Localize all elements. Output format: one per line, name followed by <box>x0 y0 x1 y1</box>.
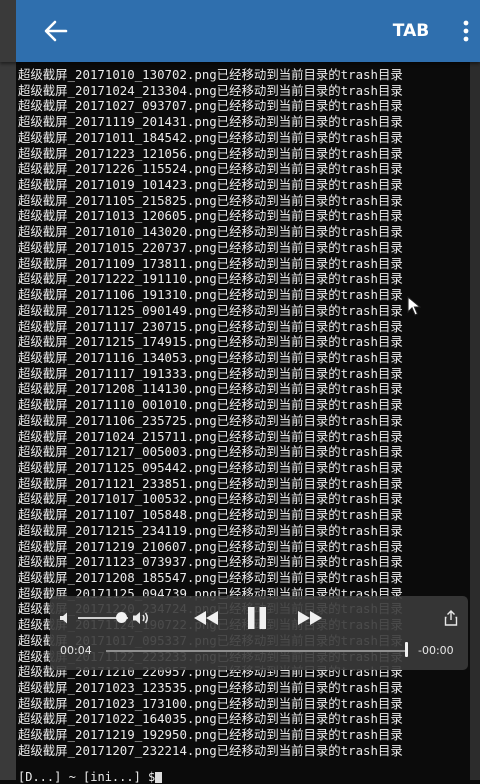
mute-button[interactable] <box>56 608 76 628</box>
back-button[interactable] <box>36 11 76 51</box>
media-player-controls: 00:04 -00:00 <box>50 596 468 670</box>
terminal-line: 超级截屏_20171024_213304.png已经移动到当前目录的trash目… <box>18 82 403 98</box>
terminal-line: 超级截屏_20171119_201431.png已经移动到当前目录的trash目… <box>18 114 403 130</box>
more-vertical-icon <box>463 20 469 42</box>
seek-bar[interactable] <box>106 650 406 652</box>
terminal-line: 超级截屏_20171117_230715.png已经移动到当前目录的trash目… <box>18 318 403 334</box>
app-bar: TAB <box>0 0 480 62</box>
share-icon <box>444 610 458 626</box>
terminal-line: 超级截屏_20171219_192950.png已经移动到当前目录的trash目… <box>18 727 403 743</box>
terminal-line: 超级截屏_20171125_090149.png已经移动到当前目录的trash目… <box>18 302 403 318</box>
tab-button[interactable]: TAB <box>386 18 436 44</box>
terminal-line: 超级截屏_20171023_173100.png已经移动到当前目录的trash目… <box>18 695 403 711</box>
terminal-line: 超级截屏_20171107_105848.png已经移动到当前目录的trash目… <box>18 507 403 523</box>
terminal-line: 超级截屏_20171117_191333.png已经移动到当前目录的trash目… <box>18 365 403 381</box>
current-time: 00:04 <box>60 644 92 657</box>
left-rail <box>0 0 16 780</box>
pause-icon <box>248 607 266 629</box>
terminal-line: 超级截屏_20171219_210607.png已经移动到当前目录的trash目… <box>18 538 403 554</box>
terminal-line: 超级截屏_20171017_100532.png已经移动到当前目录的trash目… <box>18 491 403 507</box>
terminal-line: 超级截屏_20171215_174915.png已经移动到当前目录的trash目… <box>18 334 403 350</box>
terminal-line: 超级截屏_20171106_191310.png已经移动到当前目录的trash目… <box>18 287 403 303</box>
arrow-left-icon <box>44 20 68 42</box>
terminal-line: 超级截屏_20171116_134053.png已经移动到当前目录的trash目… <box>18 349 403 365</box>
terminal-line: 超级截屏_20171105_215825.png已经移动到当前目录的trash目… <box>18 192 403 208</box>
volume-high-icon <box>133 612 148 624</box>
seek-bar-handle[interactable] <box>405 642 408 657</box>
mouse-pointer-icon <box>407 296 421 316</box>
terminal-line: 超级截屏_20171123_073937.png已经移动到当前目录的trash目… <box>18 554 403 570</box>
fast-forward-icon <box>298 611 322 625</box>
terminal-line: 超级截屏_20171013_120605.png已经移动到当前目录的trash目… <box>18 208 403 224</box>
volume-low-icon <box>60 612 67 624</box>
terminal-line: 超级截屏_20171110_001010.png已经移动到当前目录的trash目… <box>18 397 403 413</box>
terminal-line: 超级截屏_20171106_235725.png已经移动到当前目录的trash目… <box>18 412 403 428</box>
terminal-line: 超级截屏_20171015_220737.png已经移动到当前目录的trash目… <box>18 239 403 255</box>
terminal-line: 超级截屏_20171010_130702.png已经移动到当前目录的trash目… <box>18 67 403 82</box>
rewind-icon <box>194 611 218 625</box>
terminal-line: 超级截屏_20171109_173811.png已经移动到当前目录的trash目… <box>18 255 403 271</box>
terminal-line: 超级截屏_20171125_095442.png已经移动到当前目录的trash目… <box>18 459 403 475</box>
terminal-line: 超级截屏_20171208_185547.png已经移动到当前目录的trash目… <box>18 570 403 585</box>
terminal-line: 超级截屏_20171222_191110.png已经移动到当前目录的trash目… <box>18 271 403 287</box>
volume-max-button[interactable] <box>130 607 154 629</box>
terminal-line: 超级截屏_20171027_093707.png已经移动到当前目录的trash目… <box>18 98 403 114</box>
terminal-line: 超级截屏_20171215_234119.png已经移动到当前目录的trash目… <box>18 522 403 538</box>
terminal-line: 超级截屏_20171208_114130.png已经移动到当前目录的trash目… <box>18 381 403 397</box>
terminal-line: 超级截屏_20171024_215711.png已经移动到当前目录的trash目… <box>18 428 403 444</box>
share-button[interactable] <box>440 606 462 630</box>
overflow-menu-button[interactable] <box>452 11 480 51</box>
terminal-line: 超级截屏_20171217_005003.png已经移动到当前目录的trash目… <box>18 444 403 460</box>
rewind-button[interactable] <box>190 604 222 632</box>
terminal-line: 超级截屏_20171226_115524.png已经移动到当前目录的trash目… <box>18 161 403 177</box>
terminal-line: 超级截屏_20171223_121056.png已经移动到当前目录的trash目… <box>18 145 403 161</box>
text-cursor <box>155 772 163 783</box>
volume-slider-knob[interactable] <box>116 612 127 623</box>
remaining-time: -00:00 <box>418 644 454 657</box>
pause-button[interactable] <box>242 602 272 634</box>
fast-forward-button[interactable] <box>294 604 326 632</box>
prompt-text: [D...] ~ [ini...] $ <box>18 770 156 784</box>
terminal-line: 超级截屏_20171207_232214.png已经移动到当前目录的trash目… <box>18 742 403 758</box>
terminal-line: 超级截屏_20171019_101423.png已经移动到当前目录的trash目… <box>18 177 403 193</box>
terminal-line: 超级截屏_20171023_123535.png已经移动到当前目录的trash目… <box>18 680 403 696</box>
terminal-line: 超级截屏_20171121_233851.png已经移动到当前目录的trash目… <box>18 475 403 491</box>
terminal-prompt: [D...] ~ [ini...] $ <box>18 770 163 784</box>
terminal-line: 超级截屏_20171010_143020.png已经移动到当前目录的trash目… <box>18 224 403 240</box>
terminal-line: 超级截屏_20171022_164035.png已经移动到当前目录的trash目… <box>18 711 403 727</box>
terminal-line: 超级截屏_20171011_184542.png已经移动到当前目录的trash目… <box>18 129 403 145</box>
